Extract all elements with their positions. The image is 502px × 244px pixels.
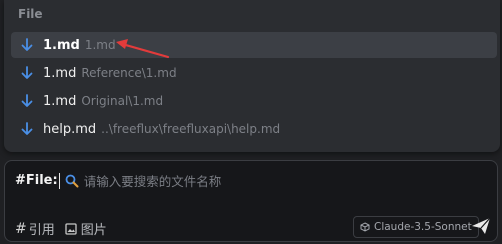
download-arrow-icon	[21, 122, 33, 136]
cube-icon	[360, 222, 370, 232]
file-picker-popup: File 1.md 1.md 1.md Reference\1.md 1.md …	[4, 0, 500, 152]
input-line[interactable]: #File: 请输入要搜索的文件名称	[15, 171, 221, 190]
model-name: Claude-3.5-Sonnet	[374, 221, 472, 233]
download-arrow-icon	[21, 38, 33, 52]
reference-button[interactable]: # 引用	[15, 219, 55, 239]
file-item[interactable]: 1.md 1.md	[11, 32, 497, 58]
file-path: Reference\1.md	[81, 66, 177, 80]
search-icon	[65, 174, 79, 188]
file-name: 1.md	[43, 93, 77, 109]
image-icon	[65, 222, 77, 235]
red-pointer-arrow	[116, 39, 170, 59]
text-caret	[58, 172, 60, 189]
image-button[interactable]: 图片	[65, 219, 107, 238]
model-selector[interactable]: Claude-3.5-Sonnet	[353, 216, 479, 238]
hash-icon: #	[15, 220, 27, 237]
chat-input-box[interactable]: #File: 请输入要搜索的文件名称 # 引用 图片 Claude-3.5-So…	[4, 160, 498, 242]
file-path: 1.md	[84, 38, 116, 52]
download-arrow-icon	[21, 66, 33, 80]
file-item[interactable]: 1.md Reference\1.md	[11, 60, 497, 86]
image-label: 图片	[80, 223, 107, 238]
file-path: Original\1.md	[81, 94, 164, 108]
file-path: ..\freeflux\freefluxapi\help.md	[101, 122, 281, 136]
send-icon	[472, 217, 491, 234]
file-item[interactable]: help.md ..\freeflux\freefluxapi\help.md	[11, 116, 497, 142]
popup-header: File	[18, 7, 43, 21]
file-item[interactable]: 1.md Original\1.md	[11, 88, 497, 114]
reference-label: 引用	[28, 223, 55, 238]
file-name: 1.md	[43, 37, 80, 53]
search-placeholder: 请输入要搜索的文件名称	[83, 174, 222, 189]
file-mention-tag: #File:	[15, 173, 58, 188]
send-button[interactable]	[471, 217, 491, 235]
file-name: help.md	[43, 121, 97, 137]
download-arrow-icon	[21, 94, 33, 108]
file-name: 1.md	[43, 65, 77, 81]
input-toolbar: # 引用 图片	[15, 219, 117, 239]
